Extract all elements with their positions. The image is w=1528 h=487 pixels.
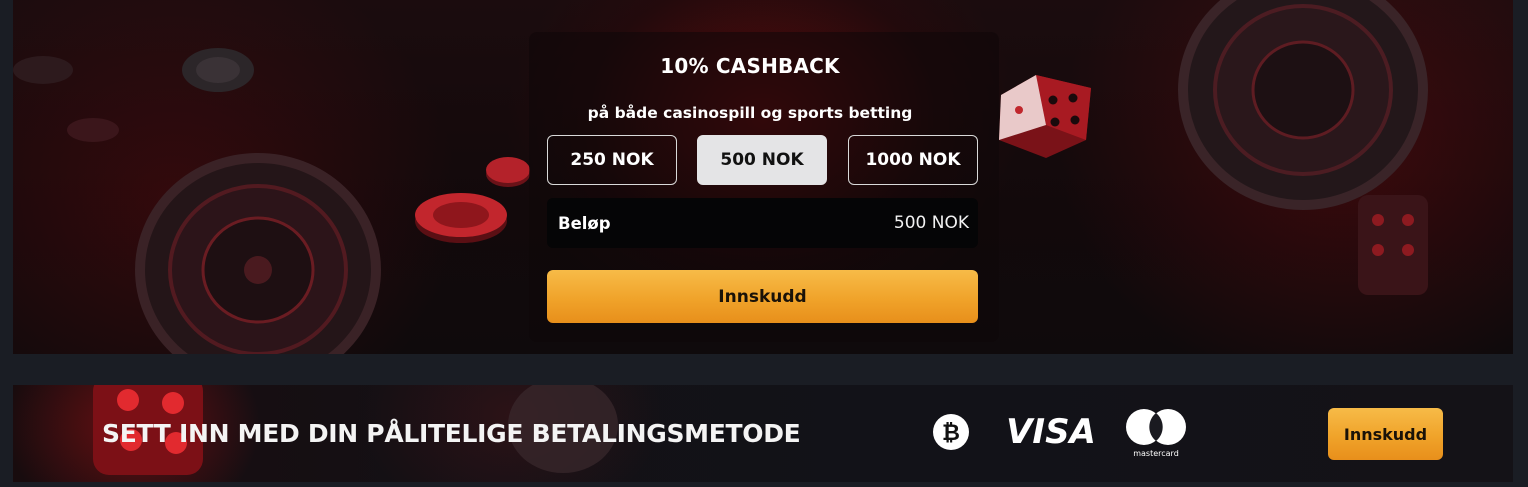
payment-banner: SETT INN MED DIN PÅLITELIGE BETALINGSMET… [13, 385, 1513, 482]
amount-option-1000[interactable]: 1000 NOK [848, 135, 978, 185]
visa-icon: VISA [1006, 412, 1096, 451]
mastercard-text: mastercard [1133, 449, 1179, 458]
banner-deposit-button[interactable]: Innskudd [1328, 408, 1443, 460]
amount-field[interactable]: Beløp 500 NOK [547, 198, 978, 248]
cashback-hero: 10% CASHBACK på både casinospill og spor… [13, 0, 1513, 354]
banner-title: SETT INN MED DIN PÅLITELIGE BETALINGSMET… [102, 419, 801, 448]
roulette-wheel-left-image [135, 153, 381, 354]
svg-text:₿: ₿ [942, 421, 960, 446]
dark-dice-image [1358, 195, 1428, 295]
amount-option-500[interactable]: 500 NOK [697, 135, 827, 185]
casino-chip-small-image [486, 157, 530, 187]
promo-title: 10% CASHBACK [660, 54, 840, 78]
bitcoin-icon: ₿ [933, 414, 969, 450]
amount-field-label: Beløp [558, 213, 611, 233]
casino-chip-image [415, 193, 507, 243]
amount-option-250[interactable]: 250 NOK [547, 135, 677, 185]
promo-subtitle: på både casinospill og sports betting [587, 104, 913, 122]
deposit-button[interactable]: Innskudd [547, 270, 978, 323]
visa-text: VISA [1006, 412, 1096, 451]
amount-field-value[interactable]: 500 NOK [894, 213, 969, 233]
mastercard-icon: mastercard [1126, 409, 1186, 458]
